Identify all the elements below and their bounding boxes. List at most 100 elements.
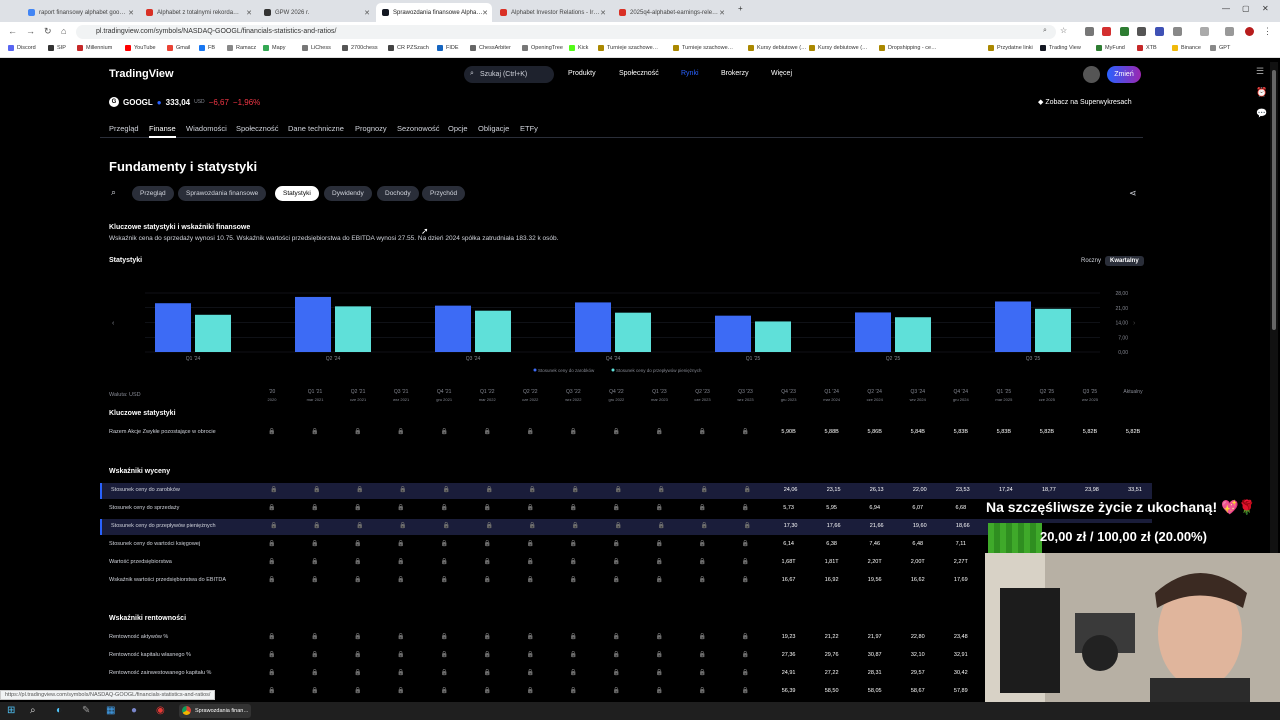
lock-icon[interactable]: 🔒	[566, 428, 580, 435]
url-field[interactable]: pl.tradingview.com/symbols/NASDAQ-GOOGL/…	[76, 25, 1056, 39]
extension-icon[interactable]	[1155, 27, 1164, 36]
lock-icon[interactable]: 🔒	[437, 687, 451, 694]
lock-icon[interactable]: 🔒	[353, 486, 367, 493]
sidebar-icon[interactable]	[1200, 27, 1209, 36]
subnav-item[interactable]: Dane techniczne	[288, 124, 344, 133]
lock-icon[interactable]: 🔒	[439, 486, 453, 493]
lock-icon[interactable]: 🔒	[739, 558, 753, 565]
topnav-item[interactable]: Rynki	[681, 70, 699, 77]
bookmark-item[interactable]: MyFund	[1096, 45, 1125, 51]
minimize-icon[interactable]: —	[1222, 4, 1230, 13]
search-icon[interactable]: ⌕	[1043, 27, 1047, 35]
lock-icon[interactable]: 🔒	[696, 428, 710, 435]
lock-icon[interactable]: 🔒	[566, 633, 580, 640]
chart-bar[interactable]	[295, 296, 331, 352]
lock-icon[interactable]: 🔒	[265, 576, 279, 583]
lock-icon[interactable]: 🔒	[698, 486, 712, 493]
lock-icon[interactable]: 🔒	[308, 669, 322, 676]
lock-icon[interactable]: 🔒	[480, 428, 494, 435]
browser-menu-icon[interactable]: ⋮	[1263, 26, 1272, 37]
extension-record-icon[interactable]	[1102, 27, 1111, 36]
lock-icon[interactable]: 🔒	[739, 669, 753, 676]
lock-icon[interactable]: 🔒	[308, 540, 322, 547]
topnav-item[interactable]: Produkty	[568, 70, 596, 77]
lock-icon[interactable]: 🔒	[609, 576, 623, 583]
lock-icon[interactable]: 🔒	[394, 558, 408, 565]
bookmark-item[interactable]: XTB	[1137, 45, 1157, 51]
lock-icon[interactable]: 🔒	[437, 558, 451, 565]
lock-icon[interactable]: 🔒	[739, 540, 753, 547]
chart-bar[interactable]	[615, 312, 651, 352]
lock-icon[interactable]: 🔒	[265, 651, 279, 658]
lock-icon[interactable]: 🔒	[523, 669, 537, 676]
lock-icon[interactable]: 🔒	[566, 576, 580, 583]
lock-icon[interactable]: 🔒	[351, 669, 365, 676]
annual-toggle[interactable]: Roczny	[1076, 256, 1106, 266]
browser-tab[interactable]: 2025q4-alphabet-earnings-rele… ✕	[613, 3, 729, 22]
subnav-item[interactable]: Społeczność	[236, 124, 279, 133]
lock-icon[interactable]: 🔒	[353, 522, 367, 529]
subnav-item[interactable]: Prognozy	[355, 124, 387, 133]
lock-icon[interactable]: 🔒	[394, 540, 408, 547]
extensions-puzzle-icon[interactable]	[1173, 27, 1182, 36]
lock-icon[interactable]: 🔒	[698, 522, 712, 529]
upgrade-button[interactable]: Zmień	[1107, 66, 1141, 83]
lock-icon[interactable]: 🔒	[351, 558, 365, 565]
taskbar-app-icon[interactable]: ◉	[156, 705, 165, 716]
watchlist-icon[interactable]: ☰	[1256, 66, 1264, 77]
bookmark-item[interactable]: Ramacz	[227, 45, 256, 51]
browser-tab[interactable]: GPW 2026 r. ✕	[258, 3, 374, 22]
lock-icon[interactable]: 🔒	[308, 576, 322, 583]
lock-icon[interactable]: 🔒	[696, 558, 710, 565]
home-icon[interactable]: ⌂	[61, 26, 66, 36]
lock-icon[interactable]: 🔒	[568, 486, 582, 493]
lock-icon[interactable]: 🔒	[696, 540, 710, 547]
lock-icon[interactable]: 🔒	[437, 669, 451, 676]
bookmark-item[interactable]: Kick	[569, 45, 588, 51]
lock-icon[interactable]: 🔒	[351, 540, 365, 547]
lock-icon[interactable]: 🔒	[696, 633, 710, 640]
table-row[interactable]: Razem Akcje Zwykłe pozostające w obrocie…	[100, 425, 1152, 441]
bookmark-item[interactable]: Kursy debiutowe (…	[809, 45, 868, 51]
lock-icon[interactable]: 🔒	[265, 504, 279, 511]
forward-icon[interactable]: →	[26, 26, 35, 36]
lock-icon[interactable]: 🔒	[351, 651, 365, 658]
bookmark-item[interactable]: Gmail	[167, 45, 190, 51]
taskbar-app-icon[interactable]: ◐	[56, 705, 62, 716]
bookmark-item[interactable]: SIP	[48, 45, 66, 51]
topnav-item[interactable]: Społeczność	[619, 70, 659, 77]
pill-tab[interactable]: Statystyki	[275, 186, 319, 201]
lock-icon[interactable]: 🔒	[739, 687, 753, 694]
lock-icon[interactable]: 🔒	[739, 651, 753, 658]
lock-icon[interactable]: 🔒	[566, 558, 580, 565]
tab-close-icon[interactable]: ✕	[482, 9, 488, 17]
chart-bar[interactable]	[155, 303, 191, 352]
lock-icon[interactable]: 🔒	[351, 633, 365, 640]
lock-icon[interactable]: 🔒	[739, 633, 753, 640]
bookmark-item[interactable]: FIDE	[437, 45, 459, 51]
pill-tab[interactable]: Przychód	[422, 186, 466, 201]
lock-icon[interactable]: 🔒	[265, 540, 279, 547]
lock-icon[interactable]: 🔒	[525, 522, 539, 529]
lock-icon[interactable]: 🔒	[267, 486, 281, 493]
topnav-item[interactable]: Brokerzy	[721, 70, 749, 77]
lock-icon[interactable]: 🔒	[265, 558, 279, 565]
chat-icon[interactable]: 💬	[1256, 108, 1267, 119]
pill-tab[interactable]: Przegląd	[132, 186, 174, 201]
lock-icon[interactable]: 🔒	[525, 486, 539, 493]
lock-icon[interactable]: 🔒	[482, 522, 496, 529]
bookmark-item[interactable]: Turnieje szachowe…	[598, 45, 658, 51]
lock-icon[interactable]: 🔒	[566, 687, 580, 694]
lock-icon[interactable]: 🔒	[394, 633, 408, 640]
subnav-item[interactable]: Obligacje	[478, 124, 509, 133]
lock-icon[interactable]: 🔒	[308, 558, 322, 565]
reload-icon[interactable]: ↻	[44, 26, 52, 37]
bookmark-item[interactable]: LiChess	[302, 45, 331, 51]
lock-icon[interactable]: 🔒	[523, 540, 537, 547]
lock-icon[interactable]: 🔒	[396, 486, 410, 493]
downloads-icon[interactable]	[1225, 27, 1234, 36]
lock-icon[interactable]: 🔒	[351, 576, 365, 583]
lock-icon[interactable]: 🔒	[265, 428, 279, 435]
lock-icon[interactable]: 🔒	[310, 522, 324, 529]
topnav-item[interactable]: Więcej	[771, 70, 792, 77]
